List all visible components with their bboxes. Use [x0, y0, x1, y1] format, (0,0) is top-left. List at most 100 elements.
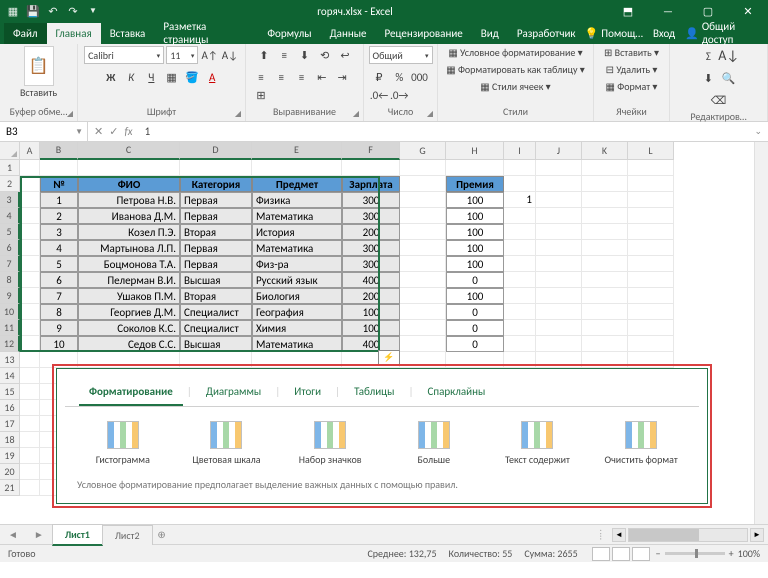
- format-as-table-button[interactable]: ▦ Форматировать как таблицу ▾: [446, 63, 585, 76]
- tab-view[interactable]: Вид: [472, 23, 508, 44]
- row-header-14[interactable]: 14: [0, 368, 20, 384]
- cell-C6[interactable]: Мартынова Л.П.: [78, 240, 180, 256]
- cell-F8[interactable]: 400: [342, 272, 400, 288]
- cell-D8[interactable]: Высшая: [180, 272, 252, 288]
- cell-J3[interactable]: [536, 192, 582, 208]
- cell-B3[interactable]: 1: [40, 192, 78, 208]
- row-header-21[interactable]: 21: [0, 480, 20, 496]
- tab-file[interactable]: Файл: [4, 23, 47, 44]
- conditional-formatting-button[interactable]: ▦ Условное форматирование ▾: [448, 46, 582, 59]
- column-header-L[interactable]: L: [628, 142, 674, 160]
- cell-E6[interactable]: Математика: [252, 240, 342, 256]
- cell-E8[interactable]: Русский язык: [252, 272, 342, 288]
- font-size-combo[interactable]: 11 ▾: [166, 46, 198, 64]
- cell-G2[interactable]: [400, 176, 446, 192]
- cell-I11[interactable]: [504, 320, 536, 336]
- cell-I8[interactable]: [504, 272, 536, 288]
- cell-G7[interactable]: [400, 256, 446, 272]
- cell-J9[interactable]: [536, 288, 582, 304]
- cell-D4[interactable]: Первая: [180, 208, 252, 224]
- cell-J4[interactable]: [536, 208, 582, 224]
- cell-K8[interactable]: [582, 272, 628, 288]
- cell-K4[interactable]: [582, 208, 628, 224]
- paste-button[interactable]: Вставить: [20, 86, 57, 99]
- cell-K9[interactable]: [582, 288, 628, 304]
- ribbon-display-icon[interactable]: ⬒: [608, 5, 648, 18]
- new-sheet-icon[interactable]: ⊕: [152, 528, 172, 541]
- cell-I6[interactable]: [504, 240, 536, 256]
- cell-K12[interactable]: [582, 336, 628, 352]
- cell-A21[interactable]: [20, 480, 40, 496]
- cell-J5[interactable]: [536, 224, 582, 240]
- horizontal-scrollbar[interactable]: ⁞ ◄ ►: [591, 528, 768, 542]
- cell-L4[interactable]: [628, 208, 674, 224]
- cell-D5[interactable]: Вторая: [180, 224, 252, 240]
- cell-E2[interactable]: Предмет: [252, 176, 342, 192]
- align-left-icon[interactable]: ≡: [252, 68, 270, 86]
- cell-B9[interactable]: 7: [40, 288, 78, 304]
- cell-E4[interactable]: Математика: [252, 208, 342, 224]
- cell-K10[interactable]: [582, 304, 628, 320]
- row-header-18[interactable]: 18: [0, 432, 20, 448]
- cell-L7[interactable]: [628, 256, 674, 272]
- name-box[interactable]: B3▼: [0, 122, 88, 141]
- cell-J6[interactable]: [536, 240, 582, 256]
- sheet-tab-1[interactable]: Лист1: [52, 524, 103, 546]
- cell-G5[interactable]: [400, 224, 446, 240]
- cell-J13[interactable]: [536, 352, 582, 368]
- qa-opt-colorscale[interactable]: Цветовая шкала: [181, 421, 271, 466]
- qat-dropdown-icon[interactable]: ▼: [84, 6, 102, 16]
- cell-D2[interactable]: Категория: [180, 176, 252, 192]
- zoom-slider[interactable]: [665, 552, 725, 555]
- cell-C12[interactable]: Седов С.С.: [78, 336, 180, 352]
- italic-icon[interactable]: К: [122, 68, 140, 86]
- row-header-13[interactable]: 13: [0, 352, 20, 368]
- font-dialog-icon[interactable]: ◢: [235, 109, 241, 119]
- cell-K5[interactable]: [582, 224, 628, 240]
- zoom-in-icon[interactable]: +: [729, 547, 734, 560]
- bold-icon[interactable]: Ж: [102, 68, 120, 86]
- decrease-decimal-icon[interactable]: .0→: [390, 86, 408, 104]
- view-normal-icon[interactable]: [592, 547, 610, 561]
- insert-cells-button[interactable]: ⊞ Вставить ▾: [604, 46, 659, 59]
- percent-icon[interactable]: %: [390, 68, 408, 86]
- zoom-level[interactable]: 100%: [738, 547, 760, 560]
- cell-H9[interactable]: 100: [446, 288, 504, 304]
- cell-G12[interactable]: [400, 336, 446, 352]
- column-header-I[interactable]: I: [504, 142, 536, 160]
- cell-G1[interactable]: [400, 160, 446, 176]
- cell-I5[interactable]: [504, 224, 536, 240]
- cell-A7[interactable]: [20, 256, 40, 272]
- cell-J7[interactable]: [536, 256, 582, 272]
- decrease-font-icon[interactable]: A↓: [221, 46, 239, 64]
- column-header-F[interactable]: F: [342, 142, 400, 160]
- font-color-icon[interactable]: A: [203, 68, 221, 86]
- cell-G13[interactable]: [400, 352, 446, 368]
- cell-G4[interactable]: [400, 208, 446, 224]
- cell-H8[interactable]: 0: [446, 272, 504, 288]
- fill-color-icon[interactable]: 🪣: [183, 68, 201, 86]
- cell-K2[interactable]: [582, 176, 628, 192]
- underline-icon[interactable]: Ч: [142, 68, 160, 86]
- cell-K7[interactable]: [582, 256, 628, 272]
- tab-review[interactable]: Рецензирование: [376, 23, 472, 44]
- cell-I2[interactable]: [504, 176, 536, 192]
- cell-A2[interactable]: [20, 176, 40, 192]
- cell-E10[interactable]: География: [252, 304, 342, 320]
- autosum-icon[interactable]: Σ: [699, 47, 717, 65]
- cell-D10[interactable]: Специалист: [180, 304, 252, 320]
- cell-D7[interactable]: Первая: [180, 256, 252, 272]
- column-header-G[interactable]: G: [400, 142, 446, 160]
- cell-C4[interactable]: Иванова Д.М.: [78, 208, 180, 224]
- cell-C13[interactable]: [78, 352, 180, 368]
- row-header-11[interactable]: 11: [0, 320, 20, 336]
- cell-F3[interactable]: 300: [342, 192, 400, 208]
- cell-D13[interactable]: [180, 352, 252, 368]
- cell-A11[interactable]: [20, 320, 40, 336]
- select-all-button[interactable]: [0, 142, 20, 160]
- sheet-nav-prev-icon[interactable]: ◄: [0, 528, 26, 541]
- cell-K13[interactable]: [582, 352, 628, 368]
- cell-D1[interactable]: [180, 160, 252, 176]
- cell-L10[interactable]: [628, 304, 674, 320]
- column-header-J[interactable]: J: [536, 142, 582, 160]
